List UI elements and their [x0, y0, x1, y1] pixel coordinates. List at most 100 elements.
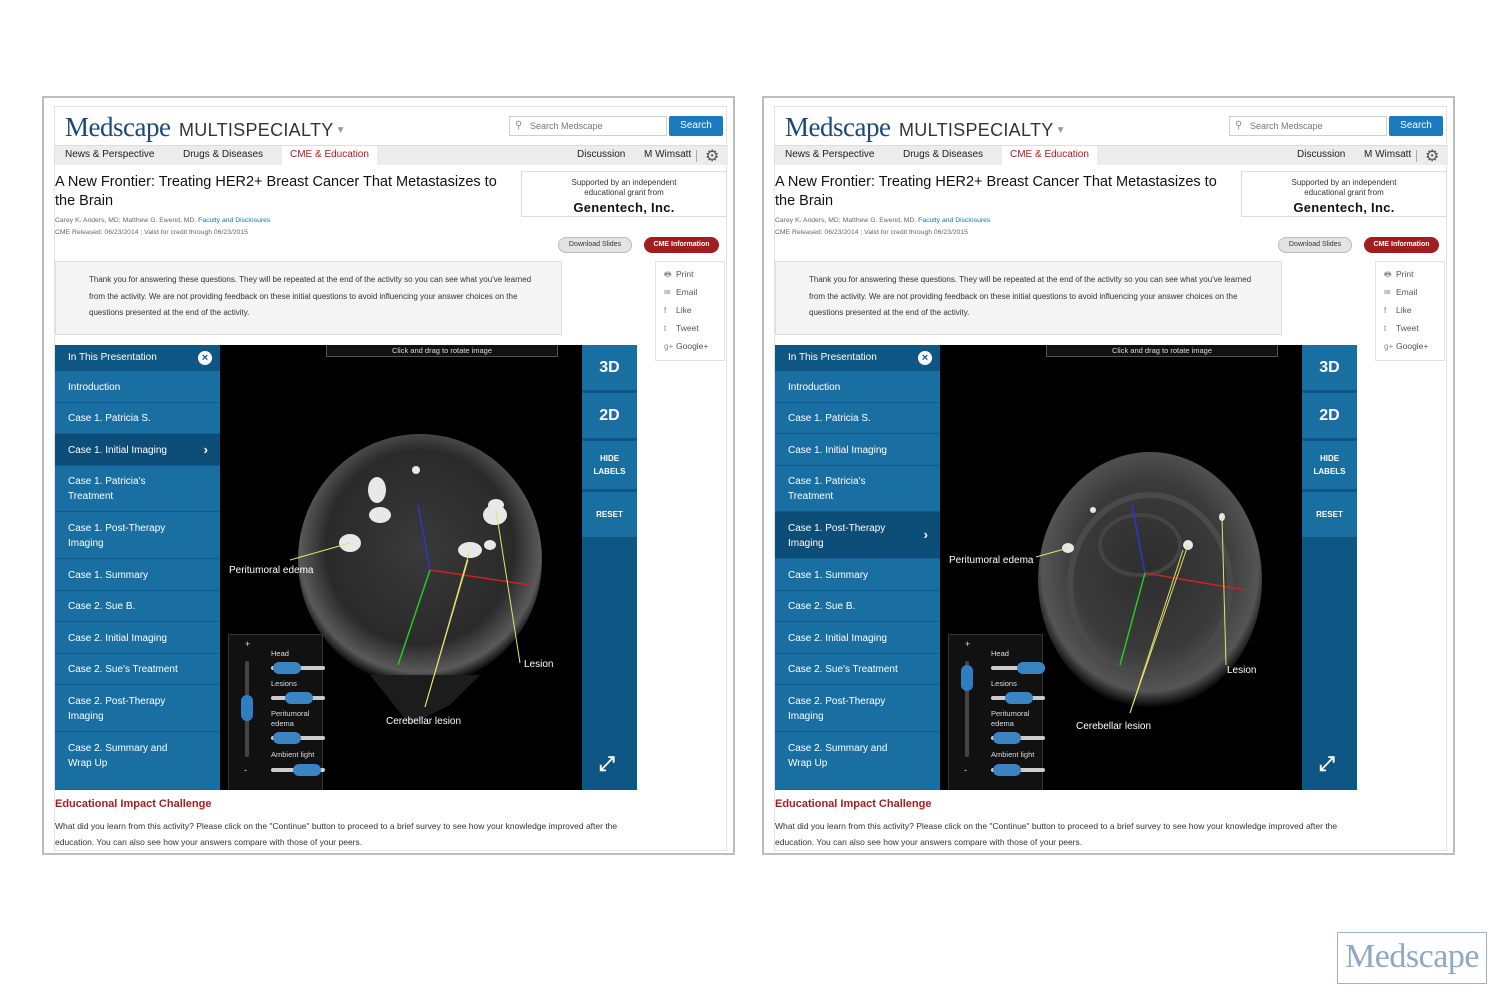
reset-button[interactable]: RESET [582, 492, 637, 537]
medscape-logo[interactable]: Medscape [65, 112, 171, 143]
menu-item-case1-initial-imaging[interactable]: Case 1. Initial Imaging [775, 434, 940, 466]
zoom-handle[interactable] [241, 695, 253, 721]
ambient-slider[interactable] [271, 764, 325, 776]
close-icon[interactable]: × [918, 351, 932, 365]
nav-discussion[interactable]: Discussion [577, 149, 625, 160]
download-slides-button[interactable]: Download Slides [558, 237, 632, 253]
ambient-slider-handle[interactable] [293, 764, 321, 776]
brain-viewer: In This Presentation × Introduction Case … [775, 345, 1357, 790]
head-slider[interactable] [991, 662, 1045, 674]
like-link[interactable]: f Like [1384, 304, 1444, 322]
menu-item-case1-treatment[interactable]: Case 1. Patricia's Treatment [55, 466, 220, 512]
site-section-selector[interactable]: MULTISPECIALTY ▼ [179, 120, 346, 141]
cme-information-button[interactable]: CME Information [644, 237, 719, 253]
email-link[interactable]: ✉ Email [1384, 286, 1444, 304]
edema-slider-handle[interactable] [993, 732, 1021, 744]
googleplus-link[interactable]: g+ Google+ [1384, 340, 1444, 358]
zoom-handle[interactable] [961, 665, 973, 691]
2d-button[interactable]: 2D [582, 393, 637, 438]
search-input[interactable] [1250, 119, 1384, 133]
3d-button[interactable]: 3D [1302, 345, 1357, 390]
nav-drugs[interactable]: Drugs & Diseases [903, 149, 983, 160]
head-slider-handle[interactable] [1017, 662, 1045, 674]
menu-item-case1-initial-imaging[interactable]: Case 1. Initial Imaging › [55, 434, 220, 466]
expand-icon[interactable]: ⤢ [1319, 753, 1335, 776]
zoom-minus[interactable]: - [244, 765, 247, 775]
menu-item-case2-patient[interactable]: Case 2. Sue B. [775, 591, 940, 622]
menu-item-case2-initial-imaging[interactable]: Case 2. Initial Imaging [55, 622, 220, 654]
brain-render-stage[interactable]: Click and drag to rotate image Peritumor… [220, 345, 582, 790]
menu-item-case2-treatment[interactable]: Case 2. Sue's Treatment [775, 654, 940, 685]
close-icon[interactable]: × [198, 351, 212, 365]
menu-item-case1-summary[interactable]: Case 1. Summary [55, 559, 220, 591]
menu-item-introduction[interactable]: Introduction [55, 371, 220, 403]
search-button[interactable]: Search [669, 116, 723, 136]
menu-item-case2-patient[interactable]: Case 2. Sue B. [55, 591, 220, 622]
print-link[interactable]: 🖶 Print [664, 268, 724, 286]
menu-item-case1-post-therapy[interactable]: Case 1. Post-Therapy Imaging › [775, 512, 940, 559]
edema-slider-handle[interactable] [273, 732, 301, 744]
edema-slider[interactable] [991, 732, 1045, 744]
hide-labels-button[interactable]: HIDE LABELS [582, 441, 637, 489]
nav-cme[interactable]: CME & Education [282, 146, 377, 166]
menu-item-case1-post-therapy[interactable]: Case 1. Post-Therapy Imaging [55, 512, 220, 559]
nav-user[interactable]: M Wimsatt [644, 149, 691, 160]
menu-item-case2-post-therapy[interactable]: Case 2. Post-Therapy Imaging [775, 685, 940, 732]
nav-news[interactable]: News & Perspective [785, 149, 874, 160]
search-button[interactable]: Search [1389, 116, 1443, 136]
email-link[interactable]: ✉ Email [664, 286, 724, 304]
lesions-slider-handle[interactable] [1005, 692, 1033, 704]
site-section-selector[interactable]: MULTISPECIALTY ▼ [899, 120, 1066, 141]
menu-item-case1-summary[interactable]: Case 1. Summary [775, 559, 940, 591]
menu-item-case2-summary[interactable]: Case 2. Summary and Wrap Up [55, 732, 220, 790]
nav-news[interactable]: News & Perspective [65, 149, 154, 160]
2d-button[interactable]: 2D [1302, 393, 1357, 438]
zoom-plus[interactable]: + [245, 639, 250, 649]
main-nav: News & Perspective Drugs & Diseases CME … [775, 145, 1448, 166]
zoom-plus[interactable]: + [965, 639, 970, 649]
gear-icon[interactable]: ⚙ [1425, 146, 1439, 166]
googleplus-link[interactable]: g+ Google+ [664, 340, 724, 358]
nav-cme[interactable]: CME & Education [1002, 146, 1097, 166]
cme-information-button[interactable]: CME Information [1364, 237, 1439, 253]
medscape-logo[interactable]: Medscape [785, 112, 891, 143]
authors-text: Carey K. Anders, MD; Matthew G. Ewend, M… [775, 217, 917, 224]
gear-icon[interactable]: ⚙ [705, 146, 719, 166]
tweet-link[interactable]: t Tweet [664, 322, 724, 340]
ambient-slider[interactable] [991, 764, 1045, 776]
lesions-slider[interactable] [991, 692, 1045, 704]
lesions-slider[interactable] [271, 692, 325, 704]
head-slider-handle[interactable] [273, 662, 301, 674]
lesions-slider-handle[interactable] [285, 692, 313, 704]
ambient-slider-handle[interactable] [993, 764, 1021, 776]
edema-slider[interactable] [271, 732, 325, 744]
head-slider[interactable] [271, 662, 325, 674]
nav-discussion[interactable]: Discussion [1297, 149, 1345, 160]
3d-button[interactable]: 3D [582, 345, 637, 390]
menu-item-case2-post-therapy[interactable]: Case 2. Post-Therapy Imaging [55, 685, 220, 732]
nav-drugs[interactable]: Drugs & Diseases [183, 149, 263, 160]
like-link[interactable]: f Like [664, 304, 724, 322]
hide-labels-button[interactable]: HIDE LABELS [1302, 441, 1357, 489]
print-link[interactable]: 🖶 Print [1384, 268, 1444, 286]
ambient-slider-label: Ambient light [991, 750, 1035, 759]
brain-render-stage[interactable]: Click and drag to rotate image Peritumor… [940, 345, 1302, 790]
download-slides-button[interactable]: Download Slides [1278, 237, 1352, 253]
edema-label-1: Peritumoral [271, 709, 310, 718]
search-input[interactable] [530, 119, 664, 133]
menu-item-case1-patient[interactable]: Case 1. Patricia S. [55, 403, 220, 434]
menu-item-case1-treatment[interactable]: Case 1. Patricia's Treatment [775, 466, 940, 512]
reset-button[interactable]: RESET [1302, 492, 1357, 537]
menu-item-case2-summary[interactable]: Case 2. Summary and Wrap Up [775, 732, 940, 790]
menu-item-introduction[interactable]: Introduction [775, 371, 940, 403]
disclosures-link[interactable]: Faculty and Disclosures [198, 217, 270, 224]
disclosures-link[interactable]: Faculty and Disclosures [918, 217, 990, 224]
nav-user[interactable]: M Wimsatt [1364, 149, 1411, 160]
menu-item-case2-initial-imaging[interactable]: Case 2. Initial Imaging [775, 622, 940, 654]
menu-item-case1-patient[interactable]: Case 1. Patricia S. [775, 403, 940, 434]
rotate-hint: Click and drag to rotate image [326, 345, 558, 357]
tweet-link[interactable]: t Tweet [1384, 322, 1444, 340]
zoom-minus[interactable]: - [964, 765, 967, 775]
menu-item-case2-treatment[interactable]: Case 2. Sue's Treatment [55, 654, 220, 685]
expand-icon[interactable]: ⤢ [599, 753, 615, 776]
